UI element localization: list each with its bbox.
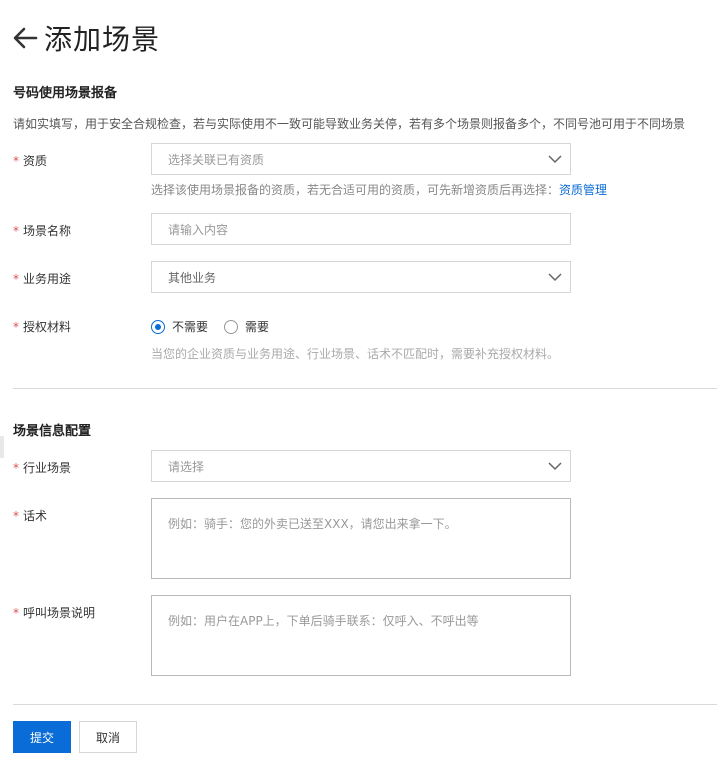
- section-divider: [13, 388, 717, 389]
- required-mark: *: [13, 509, 19, 523]
- qualification-hint: 选择该使用场景报备的资质，若无合适可用的资质，可先新增资质后再选择：资质管理: [151, 183, 608, 197]
- script-textarea[interactable]: 例如：骑手：您的外卖已送至XXX，请您出来拿一下。: [151, 498, 571, 579]
- required-mark: *: [13, 272, 19, 286]
- required-mark: *: [13, 320, 19, 334]
- radio-checked-icon: [151, 319, 165, 334]
- required-mark: *: [13, 461, 19, 475]
- qualification-select[interactable]: 选择关联已有资质: [151, 143, 571, 175]
- call-desc-textarea[interactable]: 例如：用户在APP上，下单后骑手联系：仅呼入、不呼出等: [151, 595, 571, 676]
- edge-handle: [0, 436, 4, 458]
- required-mark: *: [13, 154, 19, 168]
- section-description: 请如实填写，用于安全合规检查，若与实际使用不一致可能导致业务关停，若有多个场景则…: [13, 117, 686, 131]
- business-use-label: * 业务用途: [13, 272, 72, 286]
- scene-name-input[interactable]: 请输入内容: [151, 213, 571, 245]
- page-header: 添加场景: [12, 18, 160, 58]
- authorization-label: * 授权材料: [13, 320, 72, 334]
- section-title-report: 号码使用场景报备: [13, 86, 118, 101]
- page: 添加场景 号码使用场景报备 请如实填写，用于安全合规检查，若与实际使用不一致可能…: [0, 0, 717, 775]
- radio-not-required[interactable]: 不需要: [151, 318, 208, 335]
- arrow-left-icon[interactable]: [12, 26, 38, 50]
- chevron-down-icon: [548, 155, 562, 164]
- page-title: 添加场景: [44, 23, 161, 56]
- industry-placeholder: 请选择: [168, 459, 205, 474]
- industry-label: * 行业场景: [13, 461, 72, 475]
- scene-name-placeholder: 请输入内容: [168, 222, 229, 237]
- script-placeholder: 例如：骑手：您的外卖已送至XXX，请您出来拿一下。: [168, 517, 457, 531]
- industry-select[interactable]: 请选择: [151, 450, 571, 482]
- chevron-down-icon: [548, 273, 562, 282]
- submit-button[interactable]: 提交: [13, 721, 71, 753]
- qualification-manage-link[interactable]: 资质管理: [559, 183, 607, 197]
- required-mark: *: [13, 224, 19, 238]
- required-mark: *: [13, 606, 19, 620]
- radio-required[interactable]: 需要: [224, 318, 269, 335]
- cancel-button[interactable]: 取消: [79, 721, 137, 753]
- business-use-value: 其他业务: [168, 270, 217, 285]
- call-desc-placeholder: 例如：用户在APP上，下单后骑手联系：仅呼入、不呼出等: [168, 614, 479, 628]
- scene-name-label: * 场景名称: [13, 224, 72, 238]
- call-desc-label: * 呼叫场景说明: [13, 606, 96, 620]
- radio-unchecked-icon: [224, 319, 239, 334]
- authorization-hint: 当您的企业资质与业务用途、行业场景、话术不匹配时，需要补充授权材料。: [151, 347, 560, 361]
- script-label: * 话术: [13, 509, 48, 523]
- qualification-label: * 资质: [13, 154, 48, 168]
- chevron-down-icon: [548, 462, 562, 471]
- qualification-placeholder: 选择关联已有资质: [168, 152, 265, 167]
- authorization-radio-group: 不需要 需要: [151, 318, 285, 335]
- business-use-select[interactable]: 其他业务: [151, 261, 571, 293]
- footer-divider: [13, 704, 717, 705]
- section-title-config: 场景信息配置: [13, 424, 92, 439]
